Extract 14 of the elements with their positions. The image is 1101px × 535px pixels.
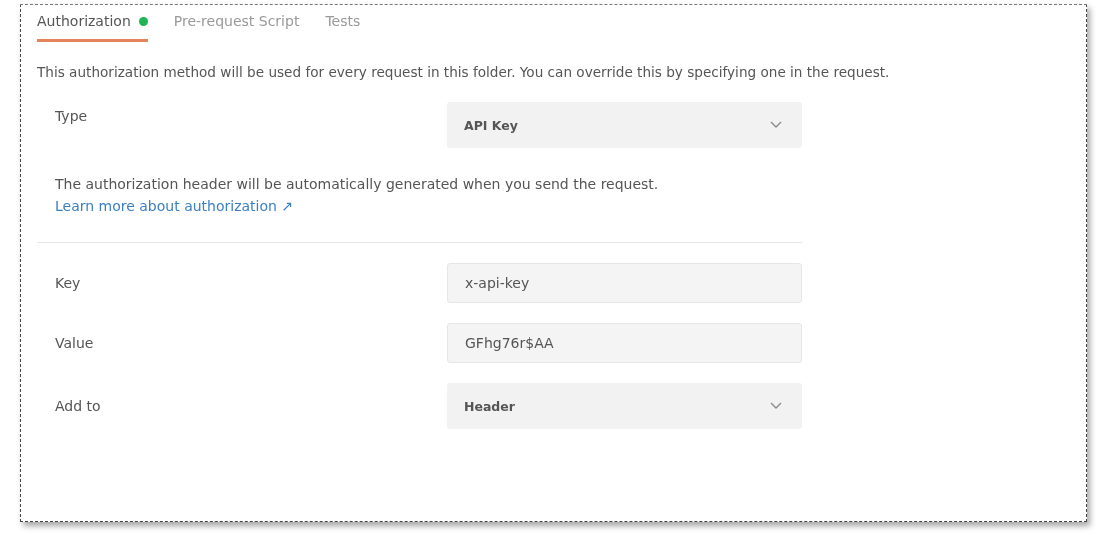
field-label: Type <box>55 107 88 124</box>
type-dropdown[interactable]: API Key <box>447 102 802 148</box>
help-text: The authorization header will be automatically generated when you send the request. <box>55 176 660 192</box>
learn-more-link[interactable]: Learn more about authorization ↗ <box>55 198 294 214</box>
field-label: Value <box>55 335 94 351</box>
field-label: Key <box>55 275 81 291</box>
dropdown[interactable]: Header <box>447 383 802 429</box>
chevron-down-icon <box>770 402 782 410</box>
field-label: Add to <box>55 398 101 414</box>
input-field[interactable]: GFhg76r$AA <box>447 323 802 363</box>
chevron-down-icon <box>770 121 782 129</box>
description-text: This authorization method will be used for every request in this folder. You can override this by specifying one in the request. <box>37 64 891 80</box>
tab[interactable]: Authorization <box>37 11 148 42</box>
input-field[interactable]: x-api-key <box>447 263 802 303</box>
